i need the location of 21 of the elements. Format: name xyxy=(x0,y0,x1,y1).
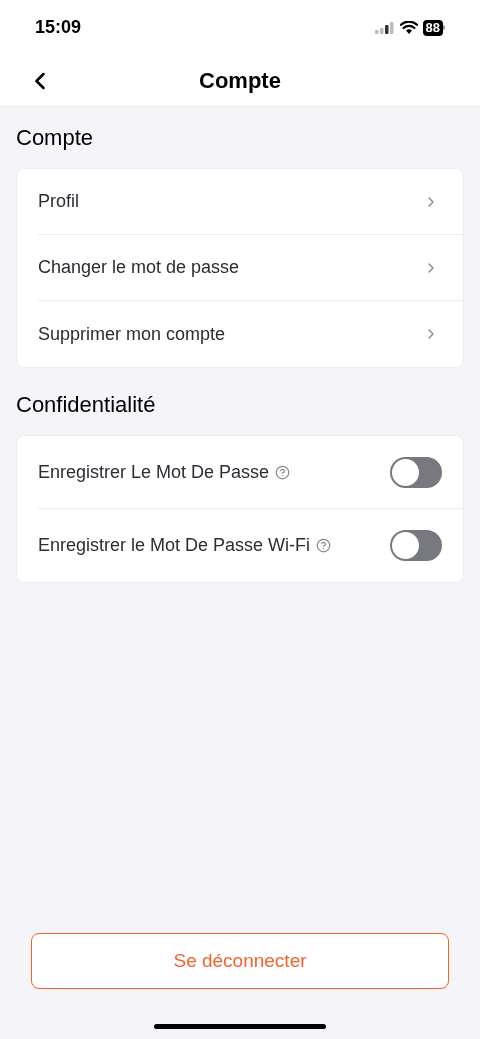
menu-item-label: Profil xyxy=(38,190,80,213)
toggle-switch[interactable] xyxy=(390,530,442,561)
setting-label: Enregistrer le Mot De Passe Wi-Fi xyxy=(38,534,311,557)
menu-item-label: Changer le mot de passe xyxy=(38,256,241,279)
toggle-knob xyxy=(392,458,419,486)
menu-item-label: Supprimer mon compte xyxy=(38,322,227,346)
wifi-icon xyxy=(399,21,418,34)
help-icon[interactable] xyxy=(316,538,332,553)
menu-item[interactable]: Supprimer mon compte xyxy=(38,301,463,367)
menu-item[interactable]: Profil xyxy=(38,169,463,235)
section-title: Confidentialité xyxy=(15,391,157,419)
status-time: 15:09 xyxy=(35,16,82,39)
setting-label: Enregistrer Le Mot De Passe xyxy=(38,460,270,484)
toggle-knob xyxy=(392,532,419,559)
signal-icon xyxy=(374,21,395,34)
section-title: Compte xyxy=(15,124,95,152)
toggle-switch[interactable] xyxy=(390,456,442,488)
battery-indicator: 88 xyxy=(422,19,443,36)
help-icon[interactable] xyxy=(275,464,291,480)
page-title: Compte xyxy=(199,67,281,95)
menu-item[interactable]: Changer le mot de passe xyxy=(38,235,463,301)
